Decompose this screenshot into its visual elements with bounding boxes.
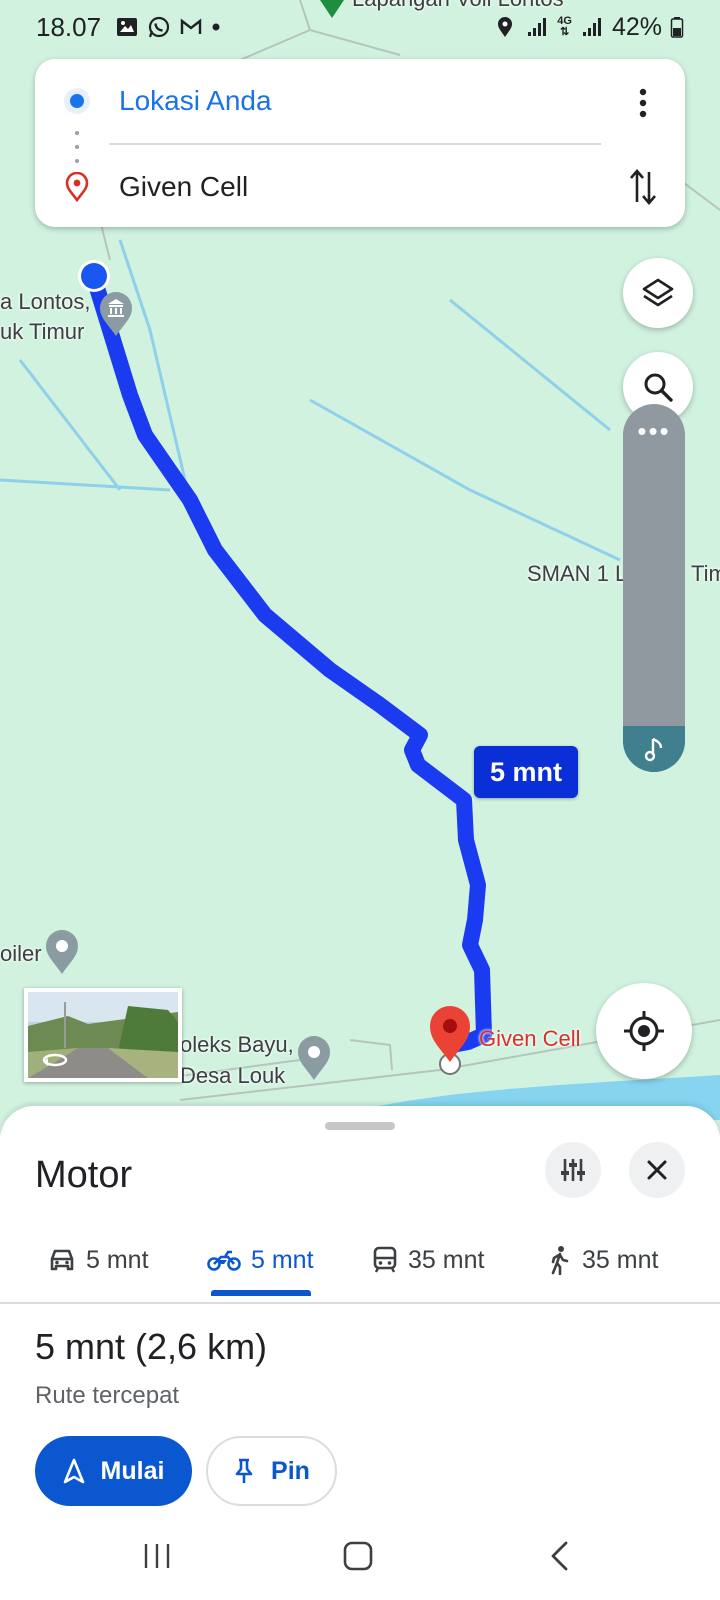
pin-label: Pin [271, 1456, 310, 1485]
pin-icon [235, 1458, 253, 1483]
travel-mode-tabs: 5 mnt 5 mnt 35 mnt 35 mnt [0, 1228, 720, 1296]
route-summary: 5 mnt (2,6 km) [35, 1326, 268, 1367]
destination-marker-icon [65, 172, 89, 202]
tab-walk[interactable]: 35 mnt [548, 1228, 658, 1292]
origin-label: Lokasi Anda [119, 85, 272, 116]
destination-pin-icon[interactable] [428, 1004, 478, 1076]
origin-location-dot[interactable] [76, 258, 116, 298]
street-view-rotate-icon [42, 1053, 68, 1067]
edge-panel-dots-icon: ••• [637, 416, 671, 446]
gallery-icon [117, 18, 138, 36]
transit-icon [373, 1246, 397, 1273]
tune-icon [561, 1159, 585, 1181]
origin-row[interactable]: Lokasi Anda [35, 71, 685, 131]
swap-vert-icon [630, 169, 656, 205]
walk-icon [551, 1246, 569, 1275]
motorcycle-icon [207, 1250, 241, 1271]
origin-dot-icon [64, 88, 90, 114]
music-note-icon [644, 737, 663, 762]
eta-bubble[interactable]: 5 mnt [474, 746, 578, 798]
destination-row[interactable]: Given Cell [35, 157, 685, 217]
destination-label: Given Cell [119, 171, 249, 202]
map-label-sman-tail[interactable]: Tim [691, 559, 720, 589]
edge-panel-handle[interactable]: ••• [623, 404, 685, 772]
tab-car-label: 5 mnt [86, 1245, 149, 1274]
place-pin-icon[interactable] [296, 1034, 332, 1082]
back-icon [551, 1541, 568, 1571]
map-label-kompleks-2[interactable]: Desa Louk [180, 1061, 285, 1091]
active-tab-indicator [211, 1290, 311, 1296]
layers-icon [642, 278, 674, 307]
map-label-boiler[interactable]: oiler [0, 939, 42, 969]
map-label-kompleks-1[interactable]: oleks Bayu, [180, 1030, 294, 1060]
more-options-button[interactable] [623, 83, 663, 123]
search-icon [644, 373, 673, 402]
my-location-button[interactable] [596, 983, 692, 1079]
navigation-arrow-icon [63, 1458, 84, 1484]
network-type-indicator: 4G ⇅ [557, 16, 572, 38]
status-bar: 18.07 4G ⇅ 42% [0, 0, 720, 54]
travel-mode-title: Motor [35, 1154, 133, 1196]
signal-icon [528, 18, 547, 36]
sheet-drag-handle[interactable] [325, 1122, 395, 1130]
close-directions-button[interactable] [629, 1142, 685, 1198]
route-options-button[interactable] [545, 1142, 601, 1198]
swap-route-button[interactable] [623, 163, 663, 211]
notification-dot-icon [212, 23, 220, 31]
edge-panel-music[interactable] [623, 726, 685, 772]
recents-icon [144, 1544, 170, 1568]
home-button[interactable] [328, 1528, 388, 1584]
street-view-thumbnail[interactable] [24, 988, 182, 1082]
route-subtitle: Rute tercepat [35, 1382, 180, 1409]
map-label-given-cell[interactable]: Given Cell [479, 1024, 580, 1054]
car-icon [50, 1249, 74, 1271]
more-vert-icon [639, 88, 647, 118]
back-button[interactable] [530, 1528, 590, 1584]
status-time: 18.07 [36, 11, 102, 42]
location-status-icon [498, 17, 513, 37]
data-arrows-icon: ⇅ [560, 26, 570, 38]
route-card: Lokasi Anda Given Cell [35, 59, 685, 227]
pin-trip-button[interactable]: Pin [206, 1436, 337, 1506]
whatsapp-icon [148, 16, 170, 38]
close-icon [647, 1160, 667, 1180]
tab-walk-label: 35 mnt [582, 1245, 659, 1274]
tab-motorcycle-label: 5 mnt [251, 1245, 314, 1274]
battery-percent: 42% [611, 12, 662, 41]
home-icon [343, 1541, 373, 1571]
tab-motorcycle[interactable]: 5 mnt [207, 1228, 314, 1292]
map-label-sman[interactable]: SMAN 1 L [527, 559, 627, 589]
battery-icon [670, 17, 684, 38]
start-label: Mulai [100, 1456, 165, 1485]
route-divider [109, 143, 601, 145]
layers-button[interactable] [623, 258, 693, 328]
tabs-divider [0, 1302, 720, 1304]
tab-transit-label: 35 mnt [408, 1245, 485, 1274]
signal-icon [582, 18, 601, 36]
system-navigation-bar [0, 1510, 720, 1600]
map-label-lontos-2[interactable]: uk Timur [0, 317, 84, 347]
gmail-icon [180, 18, 202, 34]
my-location-icon [624, 1011, 664, 1051]
tab-car[interactable]: 5 mnt [48, 1228, 149, 1292]
start-navigation-button[interactable]: Mulai [35, 1436, 192, 1506]
tab-transit[interactable]: 35 mnt [372, 1228, 484, 1292]
recents-button[interactable] [127, 1528, 187, 1584]
place-pin-icon[interactable] [44, 928, 80, 976]
